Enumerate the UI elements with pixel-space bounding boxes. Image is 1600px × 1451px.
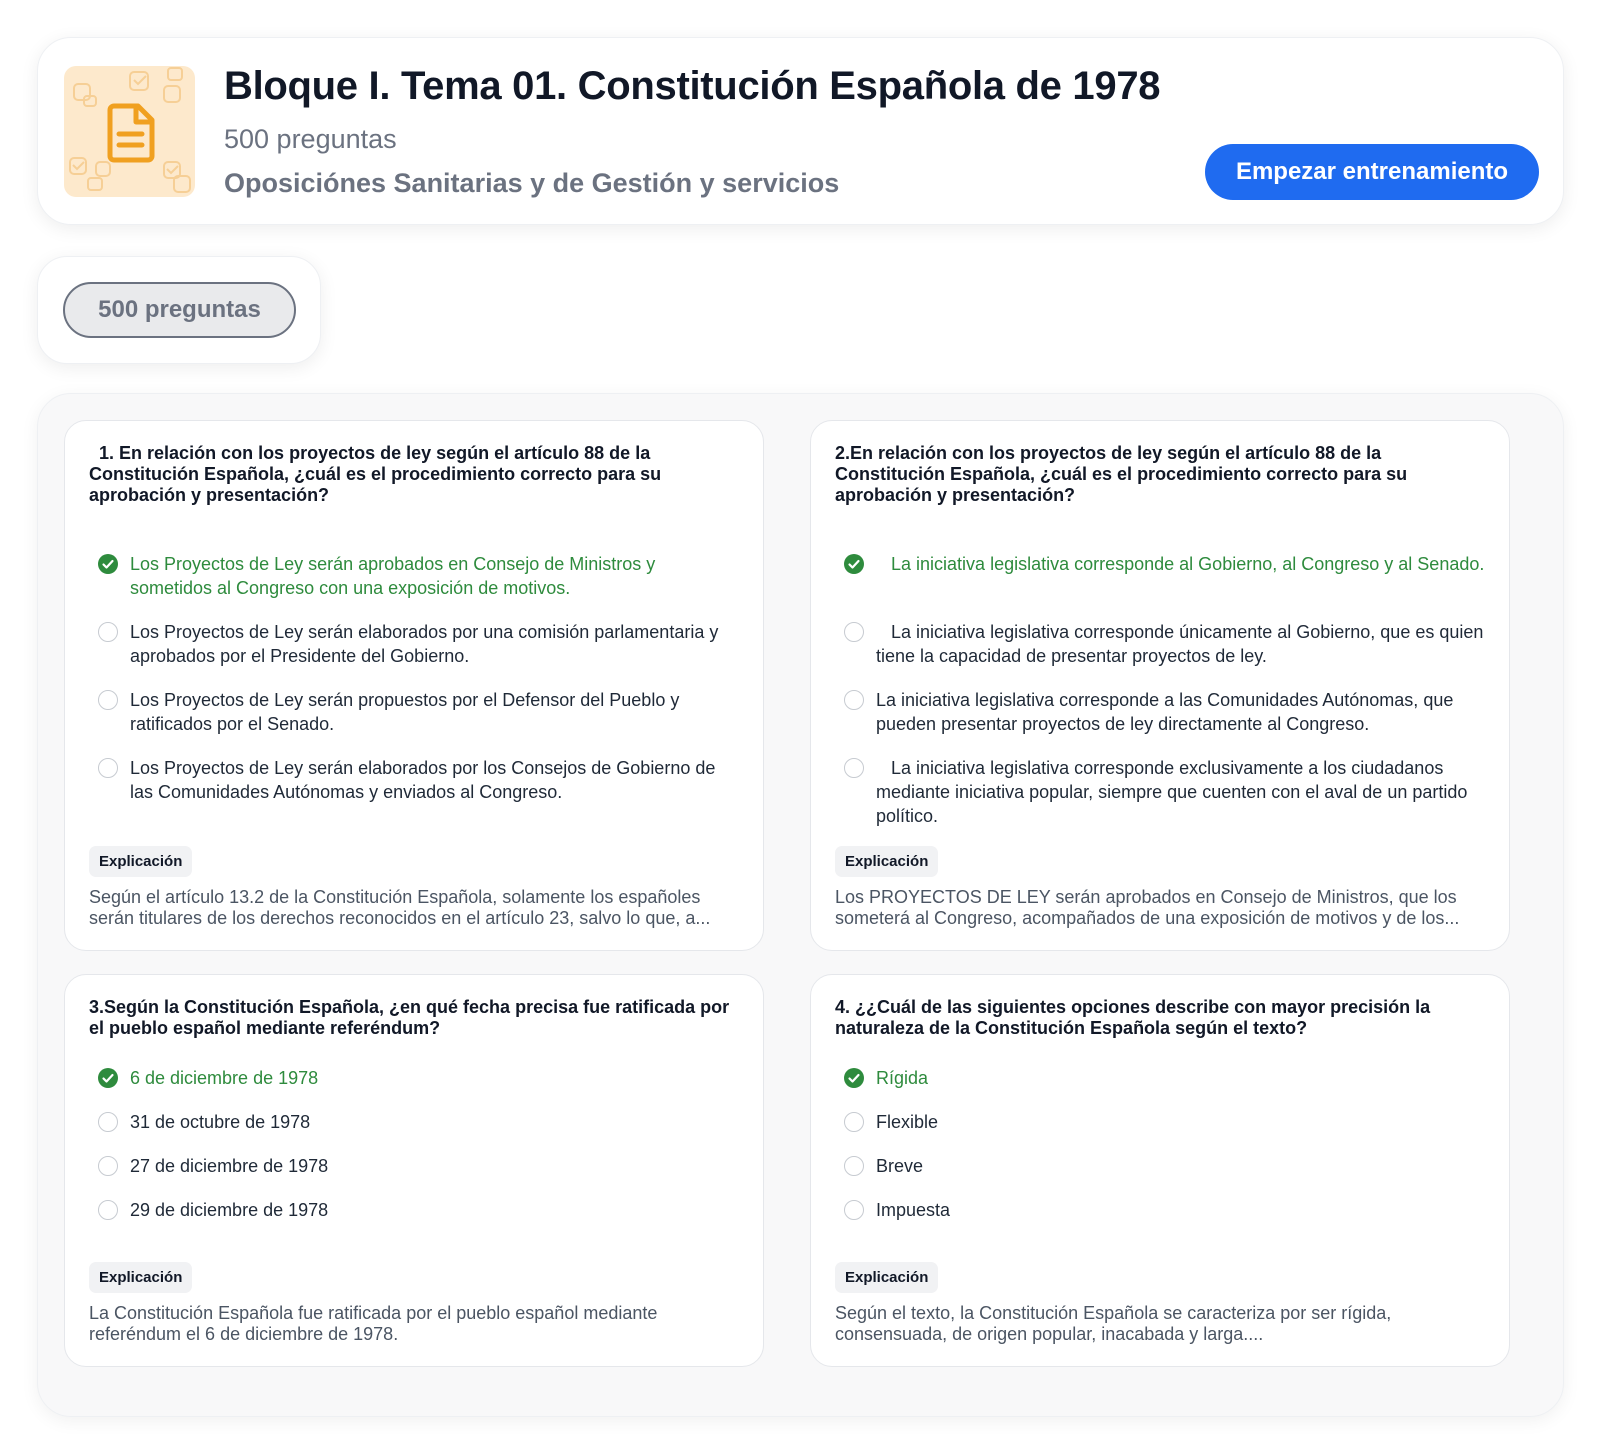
answer-option[interactable]: La iniciativa legislativa corresponde a … — [844, 688, 1485, 736]
radio-icon[interactable] — [98, 1156, 118, 1176]
answer-option[interactable]: Flexible — [844, 1110, 1485, 1134]
answer-option[interactable]: La iniciativa legislativa corresponde al… — [844, 552, 1485, 576]
radio-icon[interactable] — [98, 690, 118, 710]
page-title: Bloque I. Tema 01. Constitución Española… — [224, 64, 1161, 108]
answer-option[interactable]: Los Proyectos de Ley serán elaborados po… — [98, 756, 739, 804]
radio-icon[interactable] — [844, 622, 864, 642]
answer-option-label: Rígida — [876, 1068, 929, 1088]
answer-option[interactable]: La iniciativa legislativa corresponde ex… — [844, 756, 1485, 828]
answer-option-label: 6 de diciembre de 1978 — [130, 1068, 319, 1088]
answer-option-label: Breve — [876, 1156, 924, 1176]
radio-icon[interactable] — [844, 758, 864, 778]
questions-panel: 1. En relación con los proyectos de ley … — [37, 393, 1564, 1417]
document-icon — [107, 103, 155, 163]
answer-option-label: La iniciativa legislativa corresponde ex… — [876, 758, 1473, 826]
question-card: 1. En relación con los proyectos de ley … — [64, 420, 764, 951]
question-text: 3.Según la Constitución Española, ¿en qu… — [89, 997, 735, 1038]
explanation-text: Según el artículo 13.2 de la Constitució… — [89, 887, 711, 928]
answer-option-label: Los Proyectos de Ley serán propuestos po… — [130, 690, 685, 734]
answer-option-label: Los Proyectos de Ley serán elaborados po… — [130, 622, 724, 666]
radio-icon[interactable] — [844, 1200, 864, 1220]
check-circle-icon[interactable] — [98, 554, 118, 574]
organization-label: Oposiciónes Sanitarias y de Gestión y se… — [224, 168, 840, 198]
radio-icon[interactable] — [98, 622, 118, 642]
answer-option[interactable]: Los Proyectos de Ley serán elaborados po… — [98, 620, 739, 668]
answer-option[interactable]: 27 de diciembre de 1978 — [98, 1154, 739, 1178]
answer-option[interactable]: Impuesta — [844, 1198, 1485, 1222]
explanation-text: Según el texto, la Constitución Española… — [835, 1303, 1392, 1344]
answer-option[interactable]: 6 de diciembre de 1978 — [98, 1066, 739, 1090]
answer-option[interactable]: Rígida — [844, 1066, 1485, 1090]
question-card: 2.En relación con los proyectos de ley s… — [810, 420, 1510, 951]
answer-option[interactable]: Los Proyectos de Ley serán propuestos po… — [98, 688, 739, 736]
radio-icon[interactable] — [98, 758, 118, 778]
explanation-text: Los PROYECTOS DE LEY serán aprobados en … — [835, 887, 1460, 928]
start-training-button[interactable]: Empezar entrenamiento — [1205, 144, 1539, 200]
check-circle-icon[interactable] — [98, 1068, 118, 1088]
check-circle-icon[interactable] — [844, 1068, 864, 1088]
answer-option[interactable]: La iniciativa legislativa corresponde ún… — [844, 620, 1485, 668]
question-text: 1. En relación con los proyectos de ley … — [89, 443, 667, 505]
topic-thumbnail — [64, 66, 195, 197]
radio-icon[interactable] — [844, 1156, 864, 1176]
topic-header-card: Bloque I. Tema 01. Constitución Española… — [37, 37, 1564, 225]
answer-option-label: Impuesta — [876, 1200, 951, 1220]
explanation-text: La Constitución Española fue ratificada … — [89, 1303, 658, 1344]
explanation-tag: Explicación — [89, 1262, 193, 1293]
check-circle-icon[interactable] — [844, 554, 864, 574]
answer-option[interactable]: 29 de diciembre de 1978 — [98, 1198, 739, 1222]
answer-option-label: Los Proyectos de Ley serán elaborados po… — [130, 758, 721, 802]
explanation-tag: Explicación — [835, 846, 939, 877]
answer-option[interactable]: Los Proyectos de Ley serán aprobados en … — [98, 552, 739, 600]
radio-icon[interactable] — [98, 1200, 118, 1220]
filter-card: 500 preguntas — [37, 256, 321, 364]
answer-option-label: 27 de diciembre de 1978 — [130, 1156, 329, 1176]
question-card: 4. ¿¿Cuál de las siguientes opciones des… — [810, 974, 1510, 1367]
answer-option-label: La iniciativa legislativa corresponde a … — [876, 690, 1459, 734]
question-card: 3.Según la Constitución Española, ¿en qu… — [64, 974, 764, 1367]
explanation-tag: Explicación — [835, 1262, 939, 1293]
answer-option-label: 29 de diciembre de 1978 — [130, 1200, 329, 1220]
question-count-chip[interactable]: 500 preguntas — [63, 282, 296, 338]
question-count: 500 preguntas — [224, 124, 397, 154]
answer-option-label: 31 de octubre de 1978 — [130, 1112, 311, 1132]
answer-option-label: La iniciativa legislativa corresponde ún… — [876, 622, 1489, 666]
explanation-tag: Explicación — [89, 846, 193, 877]
radio-icon[interactable] — [98, 1112, 118, 1132]
answer-option-label: La iniciativa legislativa corresponde al… — [876, 554, 1485, 574]
question-text: 2.En relación con los proyectos de ley s… — [835, 443, 1413, 505]
answer-option-label: Los Proyectos de Ley serán aprobados en … — [130, 554, 661, 598]
radio-icon[interactable] — [844, 1112, 864, 1132]
question-text: 4. ¿¿Cuál de las siguientes opciones des… — [835, 997, 1436, 1038]
answer-option[interactable]: Breve — [844, 1154, 1485, 1178]
radio-icon[interactable] — [844, 690, 864, 710]
answer-option[interactable]: 31 de octubre de 1978 — [98, 1110, 739, 1134]
answer-option-label: Flexible — [876, 1112, 939, 1132]
